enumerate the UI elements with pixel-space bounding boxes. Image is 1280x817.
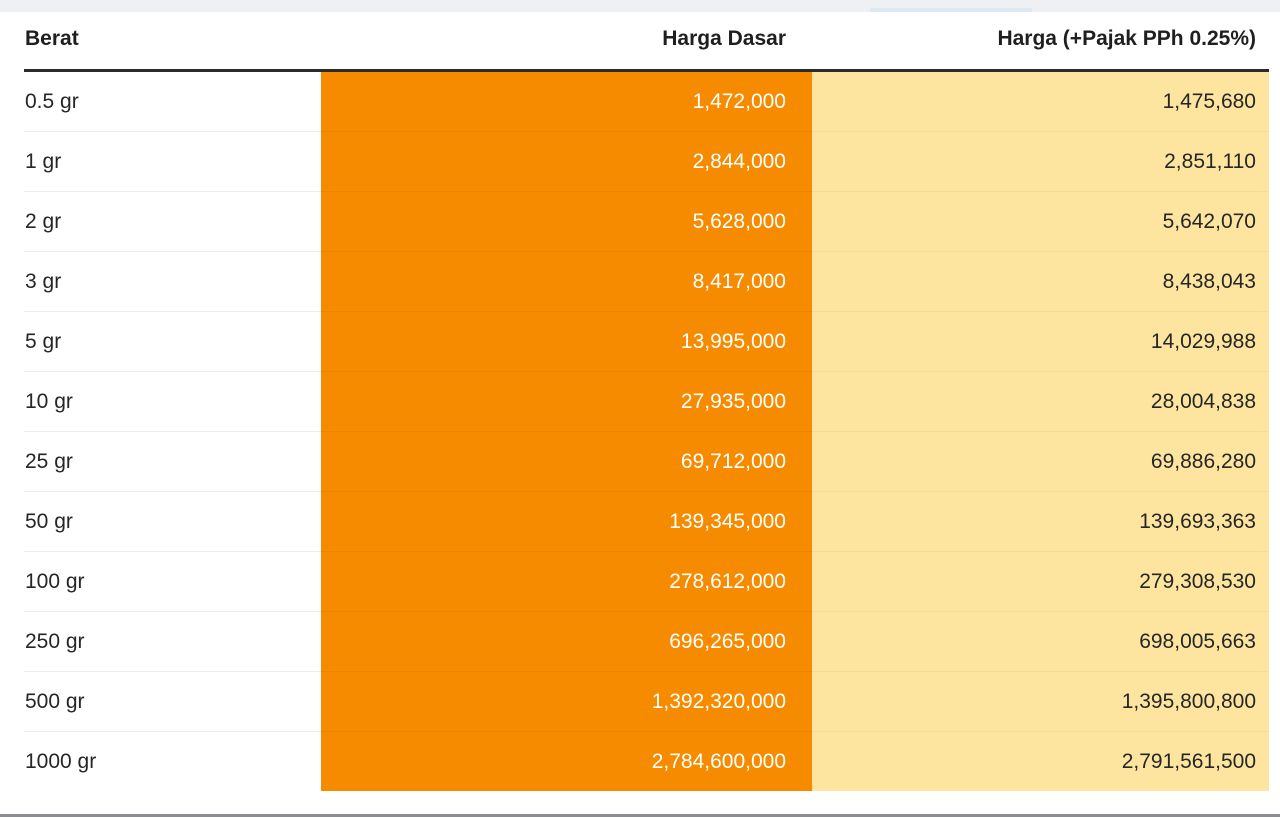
cell-weight: 1000 gr xyxy=(25,749,97,773)
cell-weight: 500 gr xyxy=(24,671,321,732)
cell-weight: 50 gr xyxy=(24,491,321,552)
table-row: 100 gr 278,612,000 279,308,530 xyxy=(24,551,1269,612)
table-header: Berat Harga Dasar Harga (+Pajak PPh 0.25… xyxy=(24,12,1269,72)
cell-price-with-tax: 2,791,561,500 xyxy=(812,731,1269,791)
cell-price-with-tax: 14,029,988 xyxy=(812,311,1269,372)
table-row: 25 gr 69,712,000 69,886,280 xyxy=(24,431,1269,492)
cell-weight: 250 gr xyxy=(24,611,321,672)
table-row: 50 gr 139,345,000 139,693,363 xyxy=(24,491,1269,552)
cell-weight: 25 gr xyxy=(24,431,321,492)
gold-price-table: Berat Harga Dasar Harga (+Pajak PPh 0.25… xyxy=(24,12,1269,791)
table-row: 500 gr 1,392,320,000 1,395,800,800 xyxy=(24,671,1269,732)
table-row: 250 gr 696,265,000 698,005,663 xyxy=(24,611,1269,672)
column-header-weight: Berat xyxy=(24,12,321,72)
table-body: 0.5 gr 1,472,000 1,475,680 1 gr 2,844,000 2,8… xyxy=(24,70,1269,791)
table-row: 3 gr 8,417,000 8,438,043 xyxy=(24,251,1269,312)
cell-weight: 1 gr xyxy=(24,131,321,192)
cell-price-with-tax: 2,851,110 xyxy=(812,131,1269,192)
cell-base-price: 69,712,000 xyxy=(321,431,812,492)
cell-price-with-tax: 1,475,680 xyxy=(812,70,1269,132)
cell-base-price: 27,935,000 xyxy=(321,371,812,432)
browser-top-strip xyxy=(0,0,1280,12)
cell-weight: 2 gr xyxy=(24,191,321,252)
cell-base-price: 1,392,320,000 xyxy=(321,671,812,732)
table-row: 10 gr 27,935,000 28,004,838 xyxy=(24,371,1269,432)
header-row: Berat Harga Dasar Harga (+Pajak PPh 0.25… xyxy=(24,12,1269,72)
table-row: 2 gr 5,628,000 5,642,070 xyxy=(24,191,1269,252)
cell-base-price: 5,628,000 xyxy=(321,191,812,252)
cell-weight: 5 gr xyxy=(24,311,321,372)
cell-price-with-tax: 5,642,070 xyxy=(812,191,1269,252)
cell-base-price: 696,265,000 xyxy=(321,611,812,672)
cell-base-price: 8,417,000 xyxy=(321,251,812,312)
cell-price-with-tax: 139,693,363 xyxy=(812,491,1269,552)
cell-base-price: 13,995,000 xyxy=(321,311,812,372)
cell-base-price: 2,784,600,000 xyxy=(321,731,812,791)
cell-price-with-tax: 698,005,663 xyxy=(812,611,1269,672)
cell-price-with-tax: 69,886,280 xyxy=(812,431,1269,492)
cell-price-with-tax: 28,004,838 xyxy=(812,371,1269,432)
cell-price-with-tax: 279,308,530 xyxy=(812,551,1269,612)
cell-price-with-tax: 8,438,043 xyxy=(812,251,1269,312)
table-row: 0.5 gr 1,472,000 1,475,680 xyxy=(24,70,1269,132)
cell-weight: 3 gr xyxy=(24,251,321,312)
cell-base-price: 1,472,000 xyxy=(321,70,812,132)
table-row: 1 gr 2,844,000 2,851,110 xyxy=(24,131,1269,192)
cell-price-with-tax: 1,395,800,800 xyxy=(812,671,1269,732)
cell-base-price: 139,345,000 xyxy=(321,491,812,552)
column-header-price-with-tax: Harga (+Pajak PPh 0.25%) xyxy=(812,12,1269,72)
column-header-base-price: Harga Dasar xyxy=(321,12,812,72)
cell-base-price: 2,844,000 xyxy=(321,131,812,192)
cell-weight: 10 gr xyxy=(24,371,321,432)
table-row: 1000 gr 2,784,600,000 2,791,561,500 xyxy=(24,731,1269,791)
cell-weight: 100 gr xyxy=(24,551,321,612)
cell-weight: 0.5 gr xyxy=(24,70,321,132)
table-row: 5 gr 13,995,000 14,029,988 xyxy=(24,311,1269,372)
cell-base-price: 278,612,000 xyxy=(321,551,812,612)
